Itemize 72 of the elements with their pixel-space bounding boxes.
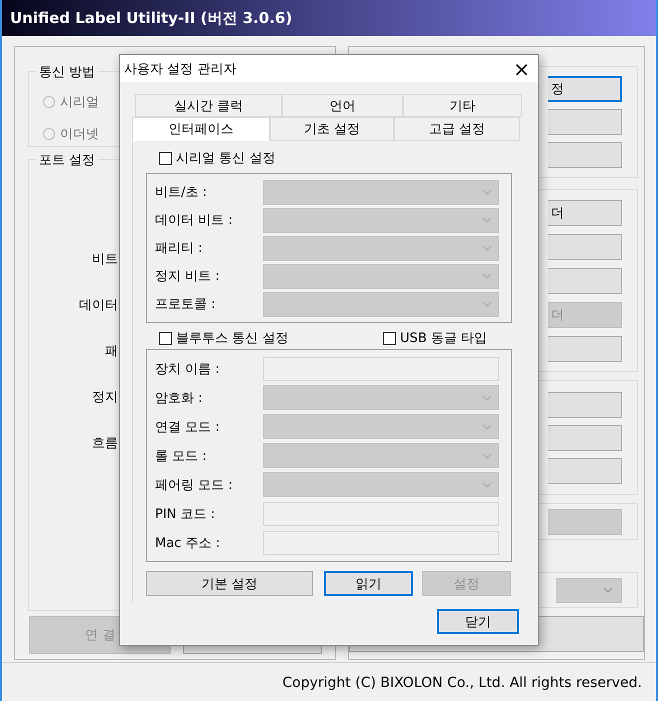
group-label: 통신 방법 bbox=[36, 63, 98, 81]
close-icon[interactable]: × bbox=[513, 58, 530, 78]
checkbox[interactable] bbox=[383, 332, 396, 344]
chevron-icon bbox=[482, 245, 492, 251]
field-label: 패 bbox=[105, 344, 118, 359]
chevron-icon bbox=[482, 273, 492, 279]
tab[interactable]: 고급 설정 bbox=[394, 117, 520, 141]
field-label: 정지 비트 : bbox=[155, 268, 221, 285]
window-title: Unified Label Utility-II (버전 3.0.6) bbox=[10, 8, 292, 28]
chevron-icon bbox=[482, 452, 492, 458]
action-button[interactable]: 기본 설정 bbox=[146, 571, 313, 596]
dropdown[interactable] bbox=[263, 385, 499, 410]
chevron-icon bbox=[482, 217, 492, 223]
dialog-title: 사용자 설정 관리자 bbox=[124, 60, 236, 78]
dropdown[interactable] bbox=[263, 208, 499, 232]
action-button[interactable] bbox=[548, 458, 622, 484]
dropdown[interactable] bbox=[263, 443, 499, 468]
field-label: 패리티 : bbox=[155, 240, 204, 257]
action-button[interactable] bbox=[548, 424, 622, 450]
dropdown[interactable] bbox=[263, 236, 499, 260]
field-label: 페어링 모드 : bbox=[155, 476, 234, 494]
checkbox-label: 블루투스 통신 설정 bbox=[176, 330, 288, 347]
tab[interactable]: 언어 bbox=[282, 94, 403, 117]
chevron-icon bbox=[482, 394, 492, 400]
dropdown[interactable] bbox=[263, 180, 499, 204]
action-button[interactable] bbox=[548, 142, 622, 168]
tab[interactable]: 인터페이스 bbox=[132, 117, 270, 141]
close-button[interactable]: 닫기 bbox=[437, 609, 519, 634]
dropdown[interactable] bbox=[263, 292, 499, 316]
field-label: 롤 모드 : bbox=[155, 448, 208, 464]
input-field[interactable] bbox=[263, 356, 499, 380]
field-label: 비트/초 : bbox=[155, 184, 208, 201]
chevron-icon bbox=[482, 424, 492, 430]
action-button[interactable] bbox=[548, 392, 622, 418]
tab[interactable]: 기초 설정 bbox=[270, 117, 394, 141]
field-label: Mac 주소 : bbox=[155, 534, 221, 552]
chevron-icon bbox=[482, 482, 492, 488]
checkbox[interactable] bbox=[159, 152, 172, 164]
action-button[interactable]: 정 bbox=[548, 76, 622, 102]
field-label: 암호화 : bbox=[155, 390, 204, 406]
dropdown[interactable] bbox=[263, 264, 499, 288]
checkbox-label: 시리얼 통신 설정 bbox=[176, 150, 276, 167]
dropdown[interactable] bbox=[263, 414, 499, 439]
input-field[interactable] bbox=[263, 502, 499, 526]
checkbox-label: USB 동글 타입 bbox=[400, 330, 487, 347]
chevron-icon bbox=[603, 587, 613, 593]
chevron-icon bbox=[482, 189, 492, 195]
field-label: 흐름 bbox=[92, 436, 118, 451]
tab[interactable]: 실시간 클럭 bbox=[135, 94, 282, 117]
field-label: 데이터 bbox=[79, 298, 118, 313]
action-button[interactable] bbox=[548, 268, 622, 294]
field-label: 비트 bbox=[92, 252, 118, 267]
action-button[interactable]: 더 bbox=[548, 200, 622, 226]
dropdown[interactable] bbox=[263, 472, 499, 497]
tab[interactable]: 기타 bbox=[403, 94, 522, 117]
field-label: 연결 모드 : bbox=[155, 418, 221, 436]
checkbox[interactable] bbox=[159, 332, 172, 344]
field-label: 장치 이름 : bbox=[155, 360, 221, 378]
field-label: 정지 bbox=[92, 390, 118, 405]
field-label: 프로토콜 : bbox=[155, 296, 217, 313]
action-button[interactable]: 읽기 bbox=[324, 571, 413, 596]
group-label: 포트 설정 bbox=[36, 151, 98, 169]
radio-label: 이더넷 bbox=[60, 126, 99, 143]
copyright-text: Copyright (C) BIXOLON Co., Ltd. All rights reserved. bbox=[282, 675, 642, 691]
field-label: PIN 코드 : bbox=[155, 506, 216, 522]
chevron-icon bbox=[482, 301, 492, 307]
input-field[interactable] bbox=[263, 530, 499, 554]
action-button[interactable] bbox=[548, 234, 622, 260]
radio-label: 시리얼 bbox=[60, 94, 99, 111]
action-button[interactable] bbox=[548, 336, 622, 362]
field-label: 데이터 비트 : bbox=[155, 212, 234, 229]
action-button[interactable] bbox=[548, 109, 622, 135]
